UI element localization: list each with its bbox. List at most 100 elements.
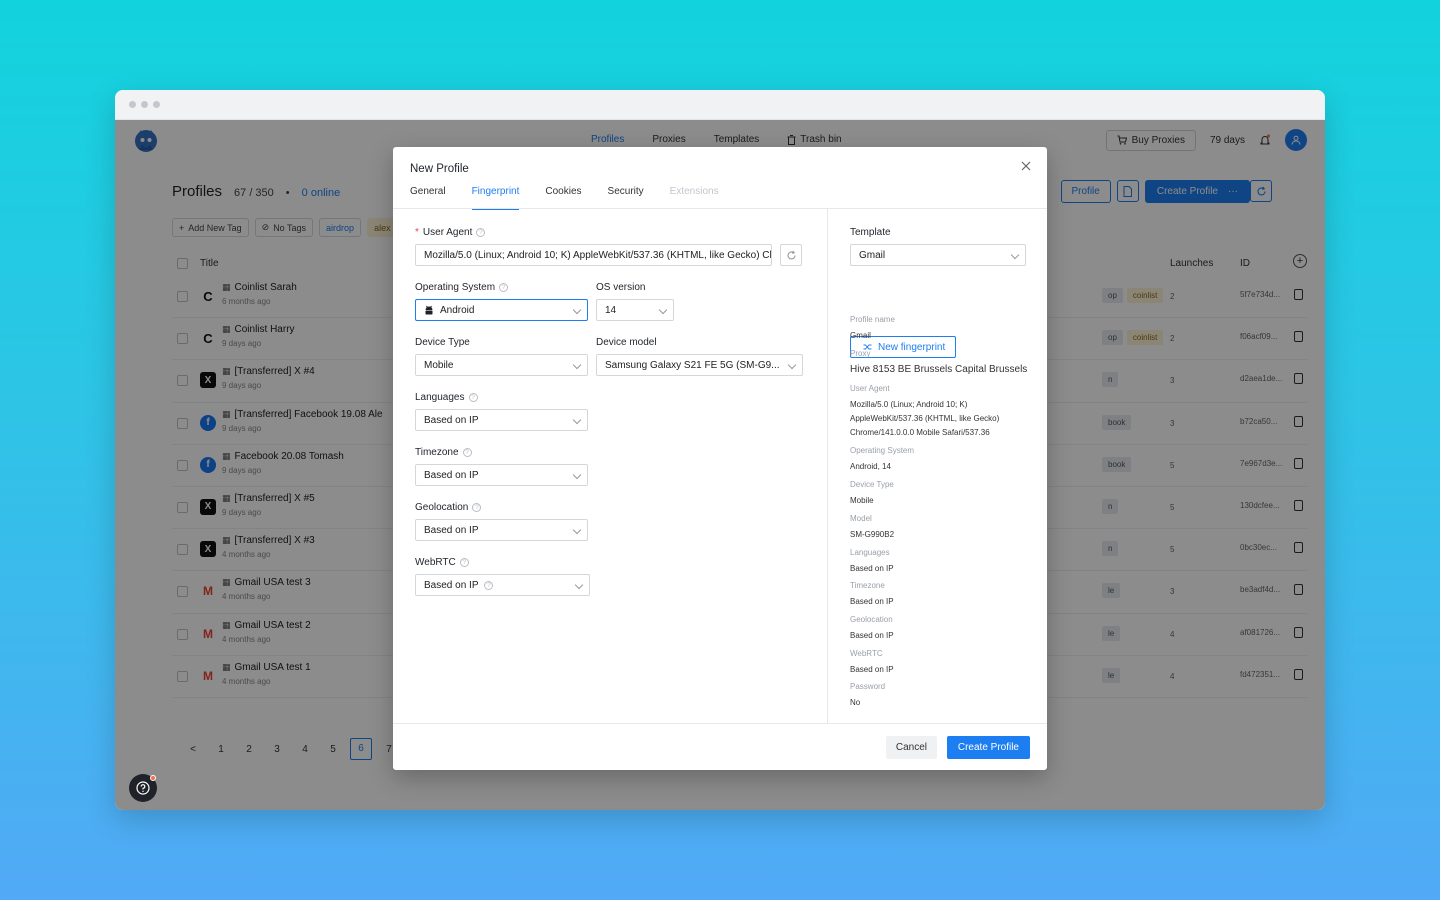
- languages-label: Languages ?: [415, 392, 478, 403]
- summary-value: No: [850, 698, 861, 707]
- chevron-down-icon: [1010, 250, 1020, 260]
- webrtc-value-text: Based on IP: [424, 579, 479, 591]
- create-profile-submit-button[interactable]: Create Profile: [946, 736, 1030, 759]
- webrtc-label-text: WebRTC: [415, 557, 456, 568]
- window-dot[interactable]: [153, 101, 160, 108]
- webrtc-select[interactable]: Based on IP ?: [415, 574, 590, 596]
- cancel-button[interactable]: Cancel: [885, 736, 937, 759]
- required-mark: *: [415, 227, 419, 238]
- chevron-down-icon: [572, 525, 582, 535]
- os-version-label: OS version: [596, 282, 645, 293]
- chevron-down-icon: [572, 470, 582, 480]
- webrtc-value: Based on IP ?: [424, 579, 494, 591]
- summary-key: Languages: [850, 548, 890, 557]
- summary-value: Android, 14: [850, 462, 891, 471]
- summary-key: Model: [850, 514, 872, 523]
- template-select[interactable]: Gmail: [850, 244, 1026, 266]
- summary-item: User Agent Mozilla/5.0 (Linux; Android 10…: [850, 384, 1030, 440]
- summary-item: Profile name Gmail: [850, 315, 1030, 343]
- tab-security[interactable]: Security: [608, 186, 644, 210]
- languages-label-text: Languages: [415, 392, 465, 403]
- summary-value: Based on IP: [850, 564, 894, 573]
- info-icon[interactable]: ?: [499, 283, 509, 292]
- modal-title: New Profile: [410, 163, 469, 175]
- timezone-select[interactable]: Based on IP: [415, 464, 588, 486]
- help-icon: [136, 781, 150, 795]
- tab-fingerprint[interactable]: Fingerprint: [471, 186, 519, 210]
- os-select[interactable]: Android: [415, 299, 588, 321]
- device-type-label: Device Type: [415, 337, 470, 348]
- os-version-label-text: OS version: [596, 282, 646, 293]
- tab-extensions: Extensions: [669, 186, 719, 197]
- new-profile-modal: New Profile General Fingerprint Cookies …: [393, 147, 1047, 770]
- user-agent-label-text: User Agent: [422, 227, 473, 238]
- window-titlebar: [115, 90, 1325, 120]
- refresh-icon: [786, 250, 796, 259]
- summary-item: Languages Based on IP: [850, 548, 1030, 576]
- info-icon[interactable]: ?: [476, 228, 486, 237]
- info-icon[interactable]: ?: [459, 558, 469, 567]
- summary-item: WebRTC Based on IP: [850, 649, 1030, 677]
- window-dot[interactable]: [141, 101, 148, 108]
- summary-key: Geolocation: [850, 615, 893, 624]
- chevron-down-icon: [574, 580, 584, 590]
- os-version-select[interactable]: 14: [596, 299, 674, 321]
- device-model-select[interactable]: Samsung Galaxy S21 FE 5G (SM-G9...: [596, 354, 803, 376]
- summary-value: SM-G990B2: [850, 530, 895, 539]
- info-icon[interactable]: ?: [468, 393, 478, 402]
- summary-value: Mozilla/5.0 (Linux; Android 10; K) Apple…: [850, 400, 1000, 437]
- chevron-down-icon: [572, 305, 582, 315]
- help-button[interactable]: [129, 774, 157, 802]
- summary-item: Password No: [850, 682, 1030, 710]
- summary-value: Mobile: [850, 496, 874, 505]
- geolocation-label: Geolocation ?: [415, 502, 482, 513]
- profile-summary-pane: Template Gmail New fingerprint Profile n…: [827, 209, 1047, 723]
- summary-key: Profile name: [850, 315, 895, 324]
- device-model-label-text: Device model: [596, 337, 657, 348]
- timezone-value: Based on IP: [424, 469, 479, 481]
- summary-value: Gmail: [850, 331, 871, 340]
- regenerate-user-agent-button[interactable]: [780, 244, 802, 266]
- summary-key: Operating System: [850, 446, 915, 455]
- summary-key: Device Type: [850, 480, 894, 489]
- summary-value: Hive 8153 BE Brussels Capital Brussels: [850, 364, 1028, 375]
- template-value: Gmail: [859, 249, 886, 261]
- modal-footer: Cancel Create Profile: [393, 723, 1047, 770]
- summary-item: Model SM-G990B2: [850, 514, 1030, 542]
- summary-item: Operating System Android, 14: [850, 446, 1030, 474]
- summary-key: Password: [850, 682, 886, 691]
- fingerprint-form: * User Agent ? Mozilla/5.0 (Linux; Andro…: [393, 209, 827, 723]
- summary-item: Proxy Hive 8153 BE Brussels Capital Bruss…: [850, 349, 1030, 377]
- info-icon[interactable]: ?: [484, 580, 494, 590]
- device-type-select[interactable]: Mobile: [415, 354, 588, 376]
- webrtc-label: WebRTC ?: [415, 557, 469, 568]
- android-icon: [425, 305, 433, 314]
- window-dot[interactable]: [129, 101, 136, 108]
- summary-value: Based on IP: [850, 631, 894, 640]
- timezone-label-text: Timezone: [415, 447, 459, 458]
- device-model-label: Device model: [596, 337, 657, 348]
- device-type-value: Mobile: [424, 359, 454, 371]
- languages-select[interactable]: Based on IP: [415, 409, 588, 431]
- geolocation-select[interactable]: Based on IP: [415, 519, 588, 541]
- os-value: Android: [424, 305, 474, 316]
- tab-cookies[interactable]: Cookies: [545, 186, 581, 210]
- summary-value: Based on IP: [850, 597, 894, 606]
- chevron-down-icon: [787, 360, 797, 370]
- modal-tabs: General Fingerprint Cookies Security Ext…: [410, 186, 719, 210]
- device-model-value: Samsung Galaxy S21 FE 5G (SM-G9...: [605, 359, 780, 371]
- os-label: Operating System ?: [415, 282, 509, 293]
- info-icon[interactable]: ?: [462, 448, 472, 457]
- timezone-label: Timezone ?: [415, 447, 472, 458]
- summary-key: User Agent: [850, 384, 890, 393]
- close-icon[interactable]: [1019, 159, 1033, 173]
- user-agent-input[interactable]: Mozilla/5.0 (Linux; Android 10; K) Apple…: [415, 244, 772, 266]
- summary-item: Geolocation Based on IP: [850, 615, 1030, 643]
- help-badge: [150, 775, 156, 781]
- tab-general[interactable]: General: [410, 186, 446, 210]
- user-agent-label: * User Agent ?: [415, 227, 486, 238]
- template-label: Template: [850, 227, 891, 238]
- device-type-label-text: Device Type: [415, 337, 470, 348]
- chevron-down-icon: [658, 305, 668, 315]
- info-icon[interactable]: ?: [472, 503, 482, 512]
